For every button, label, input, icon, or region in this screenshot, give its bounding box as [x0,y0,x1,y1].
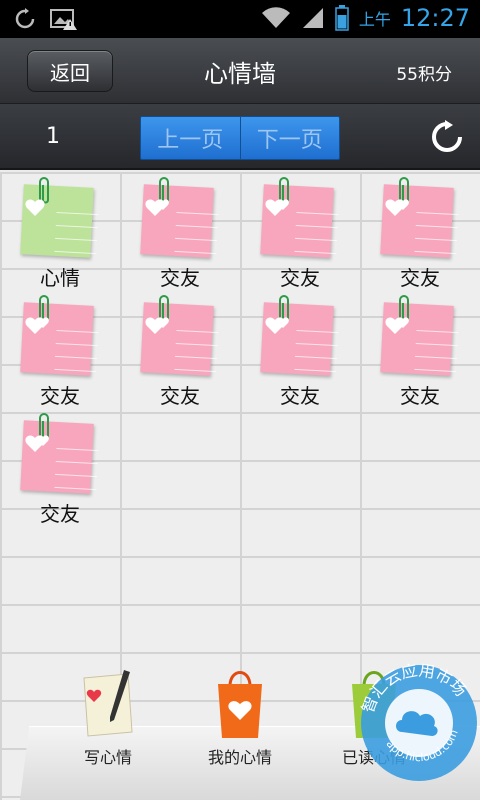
battery-icon [335,5,349,31]
mood-note[interactable]: 交友 [120,176,240,296]
orange-bag-icon [218,671,262,738]
write-mood-label: 写心情 [83,748,132,767]
note-label: 交友 [280,384,320,408]
mood-note[interactable]: 交友 [0,412,120,532]
status-bar: 上午 12:27 [0,0,480,38]
heart-icon [385,199,409,216]
note-label: 交友 [280,266,320,290]
note-label: 心情 [40,266,80,290]
heart-icon [25,199,45,216]
points-label: 55积分 [396,65,452,85]
write-mood-button[interactable]: 写心情 [38,668,178,768]
heart-icon [25,317,49,334]
mood-note[interactable]: 交友 [120,294,240,414]
heart-icon [145,199,169,216]
write-note-icon [83,670,133,737]
wifi-icon [261,7,290,29]
image-warning-icon [50,9,77,30]
page-number: 1 [46,124,60,149]
signal-icon [302,8,323,28]
my-mood-button[interactable]: 我的心情 [170,668,310,768]
note-label: 交友 [400,266,440,290]
note-label: 交友 [40,502,80,526]
heart-icon [265,199,289,216]
mood-note[interactable]: 交友 [0,294,120,414]
mood-note[interactable]: 交友 [240,294,360,414]
note-label: 交友 [400,384,440,408]
pager-bar: 1 上一页 下一页 [0,104,480,170]
heart-icon [385,317,409,334]
heart-icon [25,435,49,452]
mood-note[interactable]: 交友 [240,176,360,296]
note-label: 交友 [160,384,200,408]
status-time: 12:27 [400,4,470,32]
prev-page-button[interactable]: 上一页 [141,117,240,159]
mood-note[interactable]: 交友 [360,294,480,414]
my-mood-label: 我的心情 [207,748,272,767]
mood-note[interactable]: 心情 [0,176,120,296]
mood-note[interactable]: 交友 [360,176,480,296]
next-page-button[interactable]: 下一页 [239,117,339,159]
heart-icon [265,317,289,334]
note-label: 交友 [160,266,200,290]
note-label: 交友 [40,384,80,408]
refresh-icon[interactable] [430,120,464,154]
heart-icon [145,317,169,334]
pager-buttons: 上一页 下一页 [140,116,340,160]
sync-icon [15,8,35,29]
hicloud-watermark: 智汇云应用市场 app.hicloud.com [358,662,477,781]
status-ampm: 上午 [358,10,391,29]
title-bar: 返回 心情墙 55积分 [0,38,480,104]
